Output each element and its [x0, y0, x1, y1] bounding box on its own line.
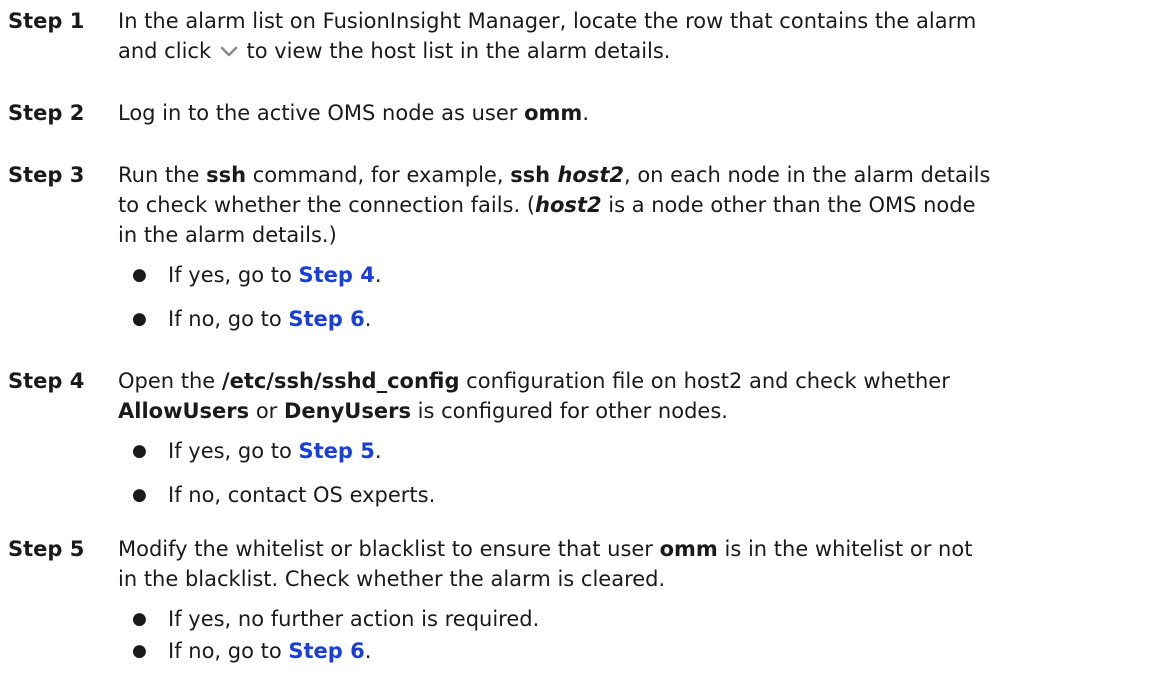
command-bold: ssh: [510, 163, 558, 187]
text-segment: and click: [118, 39, 218, 63]
step-link[interactable]: Step 6: [288, 639, 364, 663]
text-segment: .: [374, 263, 382, 287]
step-link[interactable]: Step 5: [299, 439, 375, 463]
text-segment: configuration file on host2 and check wh…: [459, 369, 950, 393]
text-segment: Modify the whitelist or blacklist to ens…: [118, 537, 660, 561]
bullet-item: ● If yes, go to Step 5.: [118, 436, 1158, 466]
text-segment: .: [364, 639, 372, 663]
variable-bold-italic: host2: [557, 163, 624, 187]
text-segment: If yes, go to: [168, 439, 299, 463]
bullet-item: ● If yes, no further action is required.: [118, 604, 1158, 634]
bullet-dot: ●: [132, 641, 147, 661]
text-segment: .: [582, 101, 589, 125]
text-segment: is configured for other nodes.: [410, 399, 728, 423]
step-link[interactable]: Step 4: [299, 263, 375, 287]
text-segment: .: [374, 439, 382, 463]
text-segment: Run the: [118, 163, 207, 187]
step-body: Run the ssh command, for example, ssh ho…: [118, 160, 1158, 334]
bullet-dot: ●: [132, 309, 147, 329]
text-segment: Log in to the active OMS node as user: [118, 101, 525, 125]
variable-bold-italic: host2: [535, 193, 602, 217]
bullet-item: ● If no, contact OS experts.: [118, 480, 1158, 510]
bullet-text: If yes, go to Step 4.: [168, 260, 382, 290]
text-segment: to view the host list in the alarm detai…: [239, 39, 671, 63]
step-text: to check whether the connection fails. (…: [118, 190, 1158, 220]
step-text: Log in to the active OMS node as user om…: [118, 98, 1158, 128]
step-body: In the alarm list on FusionInsight Manag…: [118, 6, 1158, 66]
text-segment: If yes, go to: [168, 263, 299, 287]
bullet-item: ● If no, go to Step 6.: [118, 304, 1158, 334]
text-segment: Open the: [118, 369, 222, 393]
step-body: Log in to the active OMS node as user om…: [118, 98, 1158, 128]
step-label: Step 2: [8, 101, 85, 125]
step-text: In the alarm list on FusionInsight Manag…: [118, 6, 1158, 36]
step-text: and click to view the host list in the a…: [118, 36, 1158, 66]
step-text: in the alarm details.): [118, 220, 1158, 250]
config-key-bold: DenyUsers: [283, 399, 411, 423]
bullet-text: If yes, no further action is required.: [168, 604, 539, 634]
bullet-text: If no, contact OS experts.: [168, 480, 435, 510]
text-segment: If no, go to: [168, 639, 289, 663]
text-segment: .: [364, 307, 372, 331]
bullet-item: ● If no, go to Step 6.: [118, 636, 1158, 666]
text-segment: If no, go to: [168, 307, 289, 331]
bullet-dot: ●: [132, 441, 147, 461]
bullet-dot: ●: [132, 609, 147, 629]
bullet-dot: ●: [132, 265, 147, 285]
text-segment: , on each node in the alarm details: [623, 163, 991, 187]
text-segment: in the blacklist. Check whether the alar…: [118, 567, 666, 591]
text-segment: command, for example,: [246, 163, 511, 187]
text-segment: is in the whitelist or not: [717, 537, 973, 561]
text-segment: or: [249, 399, 284, 423]
text-segment: is a node other than the OMS node: [601, 193, 976, 217]
step-label: Step 3: [8, 163, 85, 187]
step-text: Run the ssh command, for example, ssh ho…: [118, 160, 1158, 190]
step-label: Step 5: [8, 537, 85, 561]
bullet-text: If no, go to Step 6.: [168, 304, 371, 334]
text-segment: In the alarm list on FusionInsight Manag…: [118, 9, 977, 33]
chevron-down-icon: [218, 38, 240, 57]
step-text: in the blacklist. Check whether the alar…: [118, 564, 1158, 594]
bullet-item: ● If yes, go to Step 4.: [118, 260, 1158, 290]
text-segment: to check whether the connection fails. (: [118, 193, 536, 217]
step-text: Open the /etc/ssh/sshd_config configurat…: [118, 366, 1158, 396]
bullet-text: If yes, go to Step 5.: [168, 436, 382, 466]
procedure-page: Step 1 In the alarm list on FusionInsigh…: [0, 0, 1166, 686]
step-link[interactable]: Step 6: [288, 307, 364, 331]
step-label: Step 4: [8, 369, 85, 393]
text-segment: in the alarm details.): [118, 223, 337, 247]
step-text: Modify the whitelist or blacklist to ens…: [118, 534, 1158, 564]
username-bold: omm: [659, 537, 718, 561]
bullet-text: If no, go to Step 6.: [168, 636, 371, 666]
username-bold: omm: [524, 101, 583, 125]
text-segment: If no, contact OS experts.: [168, 483, 436, 507]
step-text: AllowUsers or DenyUsers is configured fo…: [118, 396, 1158, 426]
text-segment: If yes, no further action is required.: [168, 607, 540, 631]
step-body: Open the /etc/ssh/sshd_config configurat…: [118, 366, 1158, 510]
file-path-bold: /etc/ssh/sshd_config: [221, 369, 460, 393]
config-key-bold: AllowUsers: [118, 399, 250, 423]
step-body: Modify the whitelist or blacklist to ens…: [118, 534, 1158, 666]
step-label: Step 1: [8, 9, 85, 33]
bullet-dot: ●: [132, 485, 147, 505]
command-bold: ssh: [206, 163, 247, 187]
